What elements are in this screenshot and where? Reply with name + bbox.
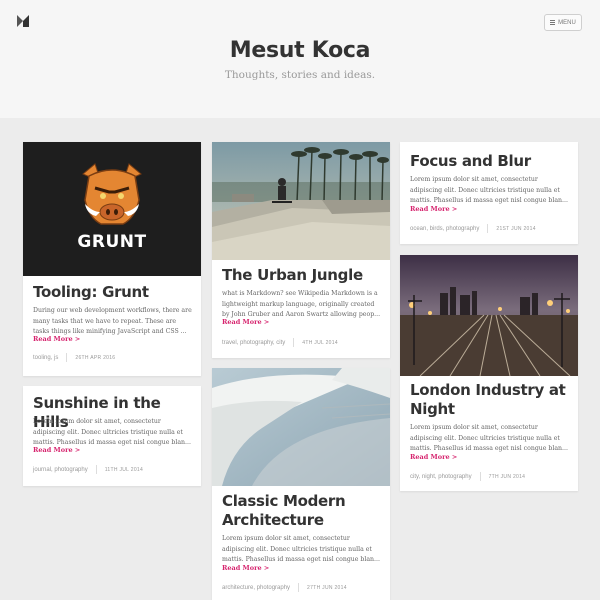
post-excerpt: what is Markdown? see Wikipedia Markdown… — [222, 290, 381, 318]
read-more-label: Read More — [410, 205, 450, 213]
meta-divider — [66, 353, 68, 362]
urban-photo — [212, 142, 390, 260]
site-title[interactable]: Mesut Koca — [0, 38, 600, 63]
read-more-link[interactable]: Read More > — [33, 446, 80, 454]
post-tags[interactable]: ocean, birds, photography — [410, 226, 479, 232]
read-more-label: Read More — [222, 564, 262, 572]
hamburger-icon — [550, 20, 556, 25]
read-more-link[interactable]: Read More > — [222, 318, 269, 326]
post-meta: journal, photography 11TH JUL 2014 — [33, 465, 193, 474]
post-tags[interactable]: city, night, photography — [410, 474, 472, 480]
chevron-right-icon: > — [261, 318, 270, 326]
post-image[interactable]: GRUNT — [23, 142, 201, 276]
site-logo-icon[interactable] — [17, 15, 29, 27]
post-tags[interactable]: travel, photography, city — [222, 340, 285, 346]
post-tags[interactable]: tooling, js — [33, 355, 58, 361]
post-image[interactable] — [212, 368, 390, 486]
read-more-label: Read More — [33, 446, 73, 454]
read-more-link[interactable]: Read More > — [222, 564, 269, 572]
chevron-right-icon: > — [72, 446, 81, 454]
site-tagline: Thoughts, stories and ideas. — [224, 69, 376, 81]
menu-button[interactable]: MENU — [544, 14, 582, 31]
post-excerpt: Lorem ipsum dolor sit amet, consectetur … — [33, 418, 191, 446]
post-title[interactable]: Focus and Blur — [410, 152, 570, 171]
post-meta: city, night, photography 7TH JUN 2014 — [410, 472, 570, 481]
post-tags[interactable]: architecture, photography — [222, 585, 290, 591]
post-excerpt: Lorem ipsum dolor sit amet, consectetur … — [410, 424, 568, 452]
post-meta: architecture, photography 27TH JUN 2014 — [222, 583, 382, 592]
post-card[interactable]: Focus and Blur Lorem ipsum dolor sit ame… — [400, 142, 578, 244]
post-date: 4TH JUL 2014 — [302, 339, 338, 346]
chevron-right-icon: > — [449, 453, 458, 461]
site-header: MENU Mesut Koca Thoughts, stories and id… — [0, 0, 600, 118]
post-title[interactable]: Tooling: Grunt — [33, 283, 193, 302]
post-title[interactable]: London Industry at Night — [410, 381, 570, 419]
post-image[interactable] — [212, 142, 390, 260]
post-excerpt: Lorem ipsum dolor sit amet, consectetur … — [222, 535, 380, 563]
post-date: 7TH JUN 2014 — [488, 473, 526, 480]
post-date: 26TH APR 2016 — [75, 354, 116, 361]
chevron-right-icon: > — [449, 205, 458, 213]
post-date: 27TH JUN 2014 — [307, 584, 347, 591]
post-image[interactable] — [400, 255, 578, 376]
architecture-photo — [212, 368, 390, 486]
grunt-boar-logo: GRUNT — [77, 163, 146, 252]
read-more-link[interactable]: Read More > — [410, 453, 457, 461]
read-more-label: Read More — [222, 318, 262, 326]
post-tags[interactable]: journal, photography — [33, 467, 88, 473]
read-more-label: Read More — [410, 453, 450, 461]
post-meta: travel, photography, city 4TH JUL 2014 — [222, 338, 382, 347]
read-more-label: Read More — [33, 335, 73, 343]
london-night-photo — [400, 255, 578, 376]
post-date: 11TH JUL 2014 — [104, 466, 144, 473]
chevron-right-icon: > — [261, 564, 270, 572]
post-card[interactable]: London Industry at Night Lorem ipsum dol… — [400, 255, 578, 491]
post-title[interactable]: The Urban Jungle — [222, 266, 382, 285]
meta-divider — [298, 583, 300, 592]
post-excerpt: Lorem ipsum dolor sit amet, consectetur … — [410, 176, 568, 204]
read-more-link[interactable]: Read More > — [33, 335, 80, 343]
meta-divider — [479, 472, 481, 481]
post-card[interactable]: Sunshine in the Hills Lorem ipsum dolor … — [23, 386, 201, 486]
post-card[interactable]: GRUNT Tooling: Grunt During our web deve… — [23, 142, 201, 376]
post-title[interactable]: Classic Modern Architecture — [222, 492, 382, 530]
post-card[interactable]: Classic Modern Architecture Lorem ipsum … — [212, 368, 390, 600]
post-excerpt: During our web development workflows, th… — [33, 307, 192, 335]
grunt-logo-text: GRUNT — [77, 232, 146, 252]
read-more-link[interactable]: Read More > — [410, 205, 457, 213]
post-card[interactable]: The Urban Jungle what is Markdown? see W… — [212, 142, 390, 358]
chevron-right-icon: > — [72, 335, 81, 343]
meta-divider — [95, 465, 97, 474]
post-meta: tooling, js 26TH APR 2016 — [33, 353, 193, 362]
meta-divider — [487, 224, 489, 233]
post-meta: ocean, birds, photography 21ST JUN 2014 — [410, 224, 570, 233]
meta-divider — [293, 338, 295, 347]
menu-button-label: MENU — [558, 19, 576, 26]
post-date: 21ST JUN 2014 — [496, 225, 536, 232]
